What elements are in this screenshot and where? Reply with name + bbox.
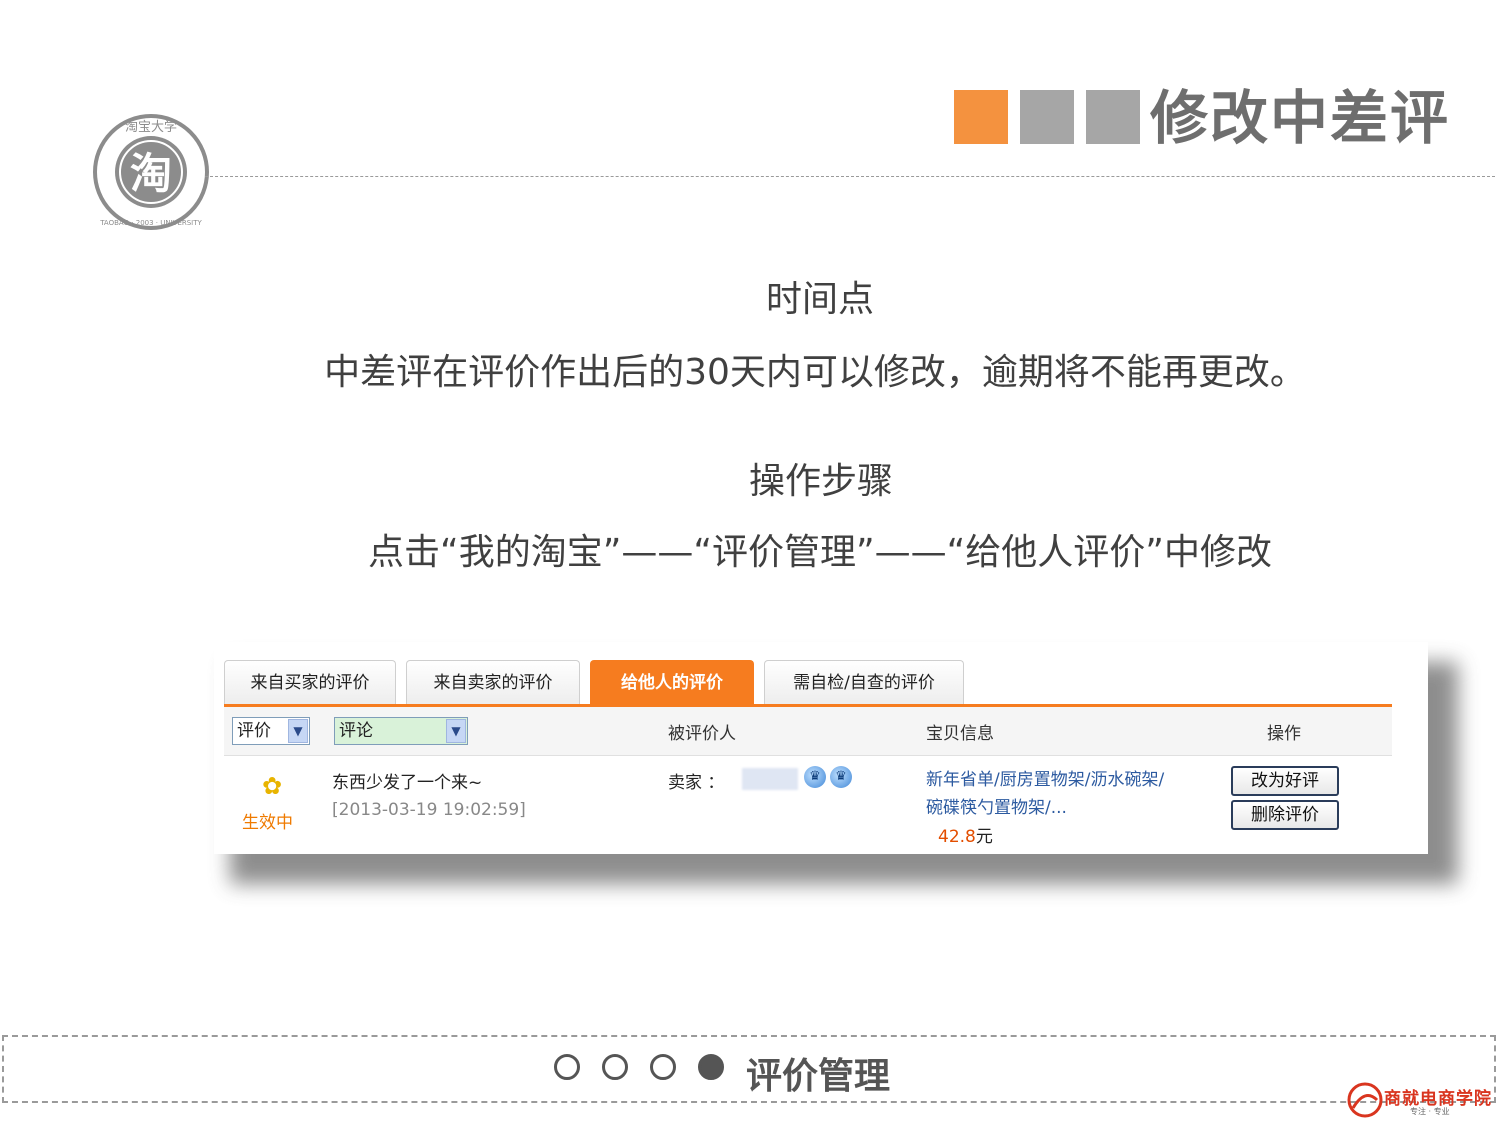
delete-review-button[interactable]: 删除评价: [1231, 800, 1339, 830]
footer-section-title: 评价管理: [746, 1056, 891, 1097]
gray-square-icon: [1086, 90, 1140, 144]
seller-label: 卖家 ：: [668, 773, 725, 793]
rating-select-value: 评价: [237, 721, 271, 741]
tab-from-sellers[interactable]: 来自卖家的评价: [406, 660, 580, 704]
seller-name-blurred: [742, 768, 798, 790]
time-description: 中差评在评价作出后的30天内可以修改，逾期将不能再更改。: [324, 352, 1306, 393]
tab-self-check[interactable]: 需自检/自查的评价: [764, 660, 964, 704]
svg-text:TAOBAO · 2003 · UNIVERSITY: TAOBAO · 2003 · UNIVERSITY: [99, 219, 202, 227]
progress-dots: [554, 1054, 746, 1080]
orange-square-icon: [954, 90, 1008, 144]
heading-time: 时间点: [765, 279, 874, 320]
circle-icon: [650, 1054, 676, 1080]
price-value: 42.8: [938, 827, 976, 847]
brand-tagline: 专注 · 专业: [1410, 1107, 1450, 1116]
tab-from-buyers[interactable]: 来自买家的评价: [224, 660, 396, 704]
table-header: 评价 ▼ 评论 ▼ 被评价人 宝贝信息 操作: [224, 707, 1392, 756]
slide-title: 修改中差评: [1150, 84, 1451, 152]
circle-icon: [554, 1054, 580, 1080]
chevron-down-icon[interactable]: ▼: [446, 719, 466, 743]
review-time: [2013-03-19 19:02:59]: [332, 800, 526, 820]
tab-given-to-others[interactable]: 给他人的评价: [590, 660, 754, 704]
change-to-positive-button[interactable]: 改为好评: [1231, 766, 1339, 796]
svg-text:淘: 淘: [130, 149, 172, 198]
review-comment: 东西少发了一个来~: [332, 773, 483, 793]
review-management-panel: 来自买家的评价 来自卖家的评价 给他人的评价 需自检/自查的评价 评价 ▼ 评论…: [214, 642, 1428, 854]
table-row: ✿ 生效中 东西少发了一个来~ [2013-03-19 19:02:59] 卖家…: [224, 756, 1392, 852]
price-currency: 元: [975, 827, 993, 847]
flower-icon: ✿: [262, 772, 283, 800]
crown-icon: ♛: [830, 766, 852, 788]
svg-text:淘宝大学: 淘宝大学: [125, 119, 177, 135]
chevron-down-icon[interactable]: ▼: [288, 719, 308, 743]
header-divider: [205, 176, 1495, 177]
crown-icon: ♛: [804, 766, 826, 788]
item-price: 42.8元: [938, 822, 993, 847]
circle-icon: [602, 1054, 628, 1080]
item-title-link[interactable]: 新年省单/厨房置物架/沥水碗架/碗碟筷勺置物架/...: [926, 766, 1166, 822]
status-badge: 生效中: [242, 813, 293, 833]
column-rated-person: 被评价人: [668, 724, 736, 744]
column-actions: 操作: [1267, 724, 1301, 744]
heading-steps: 操作步骤: [748, 461, 893, 502]
rating-select[interactable]: 评价 ▼: [232, 717, 310, 745]
steps-description: 点击“我的淘宝”——“评价管理”——“给他人评价”中修改: [368, 532, 1272, 573]
title-bar: 修改中差评: [954, 78, 1450, 152]
comment-select[interactable]: 评论 ▼: [334, 717, 468, 745]
brand-logo-icon: [1347, 1082, 1383, 1118]
taobao-university-logo: 淘 淘宝大学 TAOBAO · 2003 · UNIVERSITY: [93, 114, 209, 230]
comment-select-value: 评论: [339, 721, 373, 741]
column-item-info: 宝贝信息: [926, 724, 994, 744]
gray-square-icon: [1020, 90, 1074, 144]
filled-circle-icon: [698, 1054, 724, 1080]
